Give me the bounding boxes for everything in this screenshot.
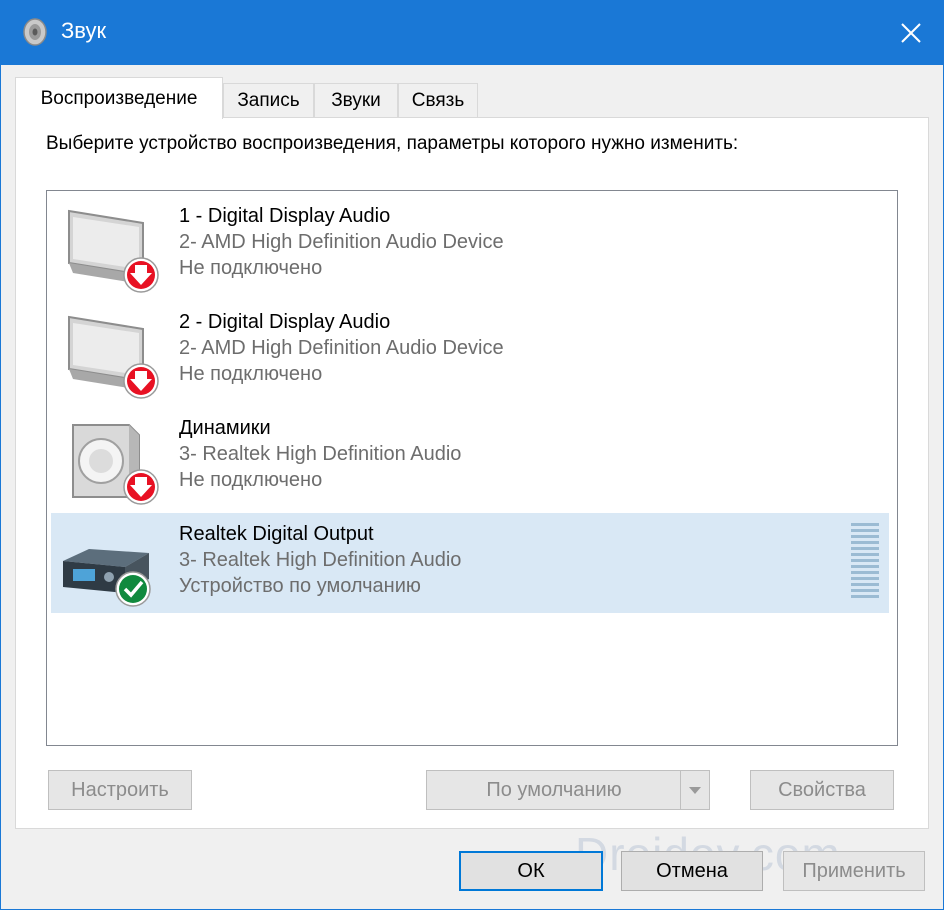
- title-bar[interactable]: Звук: [1, 1, 943, 65]
- configure-button[interactable]: Настроить: [48, 770, 192, 810]
- window-title: Звук: [61, 18, 107, 43]
- device-driver: 2- AMD High Definition Audio Device: [179, 337, 504, 359]
- list-item[interactable]: 2 - Digital Display Audio 2- AMD High De…: [51, 301, 889, 401]
- tab-sounds[interactable]: Звуки: [314, 83, 398, 117]
- device-status: Не подключено: [179, 469, 323, 491]
- playback-panel: Выберите устройство воспроизведения, пар…: [15, 117, 929, 829]
- ok-button[interactable]: ОК: [459, 851, 603, 891]
- chevron-down-icon: [689, 787, 701, 794]
- close-icon: [901, 23, 921, 43]
- list-item-selected[interactable]: Realtek Digital Output 3- Realtek High D…: [51, 513, 889, 613]
- tab-communications[interactable]: Связь: [398, 83, 478, 117]
- tab-label: Звуки: [331, 89, 381, 111]
- monitor-icon: [68, 209, 159, 293]
- cancel-button[interactable]: Отмена: [621, 851, 763, 891]
- button-label: ОК: [517, 859, 545, 882]
- tab-playback[interactable]: Воспроизведение: [15, 77, 223, 119]
- volume-level-meter: [851, 523, 879, 598]
- instruction-text: Выберите устройство воспроизведения, пар…: [46, 133, 739, 154]
- list-item[interactable]: 1 - Digital Display Audio 2- AMD High De…: [51, 195, 889, 295]
- tab-recording[interactable]: Запись: [223, 83, 314, 117]
- button-label: Применить: [802, 859, 906, 882]
- device-status: Не подключено: [179, 257, 323, 279]
- properties-button[interactable]: Свойства: [750, 770, 894, 810]
- speaker-app-icon: [23, 18, 47, 46]
- button-label: Настроить: [71, 778, 169, 801]
- set-default-button[interactable]: По умолчанию: [426, 770, 710, 810]
- digital-output-icon: [63, 549, 151, 607]
- device-status: Не подключено: [179, 363, 323, 385]
- monitor-icon: [68, 315, 159, 399]
- device-name: 1 - Digital Display Audio: [179, 205, 391, 227]
- apply-button[interactable]: Применить: [783, 851, 925, 891]
- button-label: По умолчанию: [486, 778, 622, 801]
- device-name: Realtek Digital Output: [179, 523, 374, 545]
- list-item[interactable]: Динамики 3- Realtek High Definition Audi…: [51, 407, 889, 507]
- tab-label: Связь: [411, 89, 465, 111]
- device-name: 2 - Digital Display Audio: [179, 311, 391, 333]
- sound-dialog: Звук Воспроизведение Запись Звуки Связь …: [0, 0, 944, 910]
- device-driver: 2- AMD High Definition Audio Device: [179, 231, 504, 253]
- button-label: Отмена: [656, 859, 728, 882]
- tab-label: Запись: [237, 89, 300, 111]
- button-label: Свойства: [778, 778, 866, 801]
- speaker-icon: [72, 424, 159, 505]
- device-name: Динамики: [179, 417, 271, 439]
- device-list[interactable]: 1 - Digital Display Audio 2- AMD High De…: [46, 190, 898, 746]
- tab-label: Воспроизведение: [40, 87, 198, 109]
- device-driver: 3- Realtek High Definition Audio: [179, 549, 462, 571]
- device-driver: 3- Realtek High Definition Audio: [179, 443, 462, 465]
- close-button[interactable]: [879, 1, 943, 65]
- device-status: Устройство по умолчанию: [179, 575, 421, 597]
- set-default-dropdown[interactable]: [680, 771, 709, 809]
